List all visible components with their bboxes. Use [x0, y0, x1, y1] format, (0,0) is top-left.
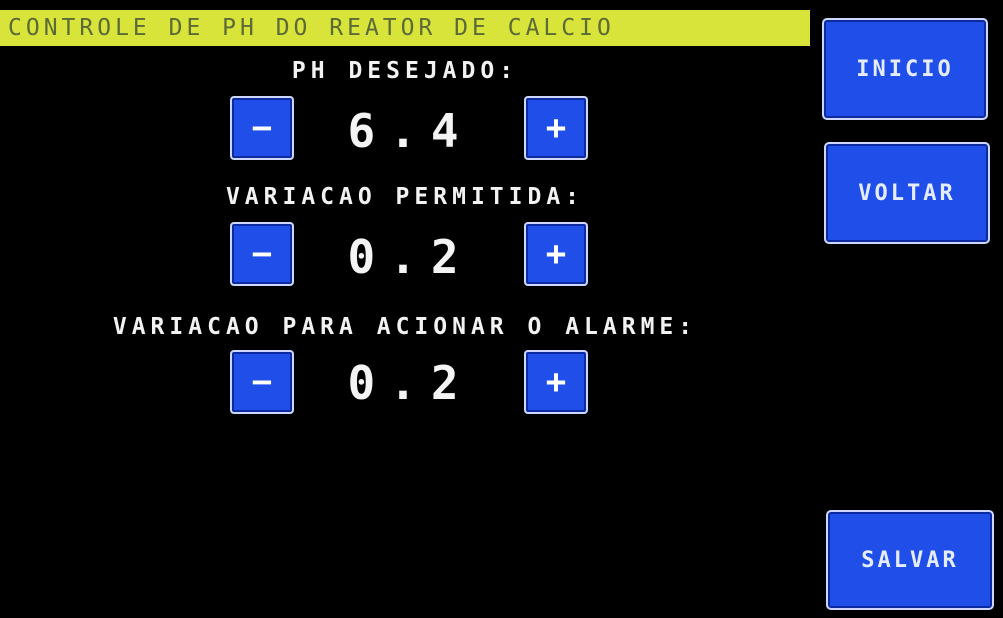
inicio-button-label: INICIO	[856, 56, 954, 82]
allowed-variation-label: VARIACAO PERMITIDA:	[225, 184, 585, 210]
inicio-button[interactable]: INICIO	[822, 18, 988, 120]
ph-desired-increase-button[interactable]: +	[524, 96, 588, 160]
allowed-variation-value: 0.2	[347, 230, 473, 284]
voltar-button-label: VOLTAR	[858, 180, 956, 206]
voltar-button[interactable]: VOLTAR	[824, 142, 990, 244]
minus-icon: −	[251, 108, 273, 148]
plus-icon: +	[545, 234, 567, 274]
allowed-variation-increase-button[interactable]: +	[524, 222, 588, 286]
page-title: CONTROLE DE PH DO REATOR DE CALCIO	[8, 15, 615, 41]
alarm-variation-increase-button[interactable]: +	[524, 350, 588, 414]
ph-desired-decrease-button[interactable]: −	[230, 96, 294, 160]
salvar-button-label: SALVAR	[861, 547, 959, 573]
plus-icon: +	[545, 362, 567, 402]
plus-icon: +	[545, 108, 567, 148]
minus-icon: −	[251, 234, 273, 274]
ph-desired-value: 6.4	[347, 104, 473, 158]
alarm-variation-value: 0.2	[347, 356, 473, 410]
salvar-button[interactable]: SALVAR	[826, 510, 994, 610]
alarm-variation-label: VARIACAO PARA ACIONAR O ALARME:	[112, 314, 698, 340]
ph-desired-label: PH DESEJADO:	[291, 58, 519, 84]
allowed-variation-decrease-button[interactable]: −	[230, 222, 294, 286]
minus-icon: −	[251, 362, 273, 402]
alarm-variation-decrease-button[interactable]: −	[230, 350, 294, 414]
title-bar: CONTROLE DE PH DO REATOR DE CALCIO	[0, 10, 810, 46]
